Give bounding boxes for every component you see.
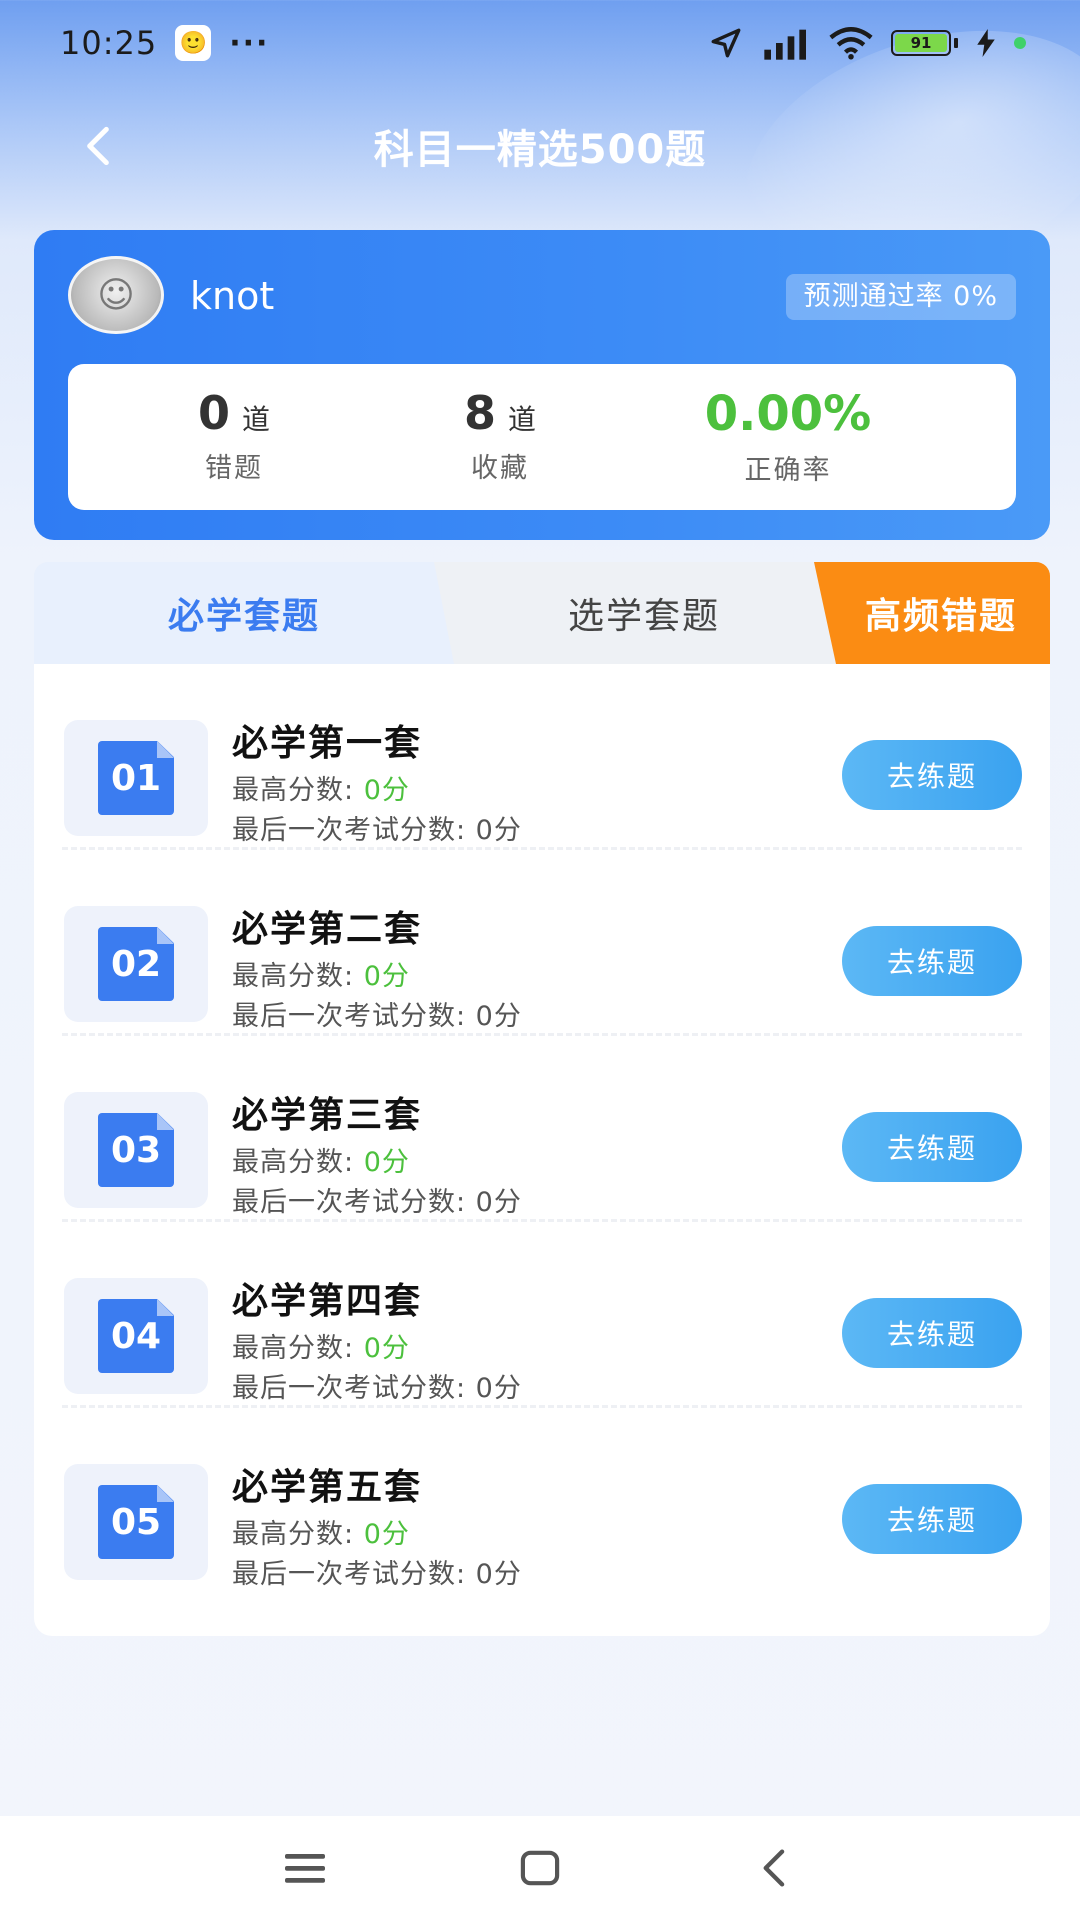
back-button[interactable] — [70, 118, 126, 174]
saved-label: 收藏 — [471, 453, 529, 484]
best-score: 最高分数: 0分 — [232, 1333, 410, 1364]
list-item: 03 必学第三套 最高分数: 0分 最后一次考试分数: 0分 去练题 — [34, 1036, 1050, 1222]
privacy-indicator-dot — [1014, 37, 1026, 49]
last-score: 最后一次考试分数: 0分 — [232, 1187, 522, 1218]
set-number: 01 — [110, 757, 162, 799]
document-icon: 01 — [98, 741, 174, 815]
battery-indicator: 91 — [891, 30, 958, 56]
stats-box: 0 道 错题 8 道 收藏 0.00% 正确率 — [68, 364, 1016, 510]
best-score-value: 0分 — [363, 775, 410, 806]
charging-bolt-icon — [977, 29, 995, 57]
saved-questions-stat[interactable]: 8 道 收藏 — [400, 386, 600, 485]
practice-button[interactable]: 去练题 — [842, 1112, 1022, 1182]
set-icon-box: 01 — [64, 720, 208, 836]
status-time: 10:25 — [60, 24, 158, 62]
back-chevron-icon — [763, 1849, 785, 1887]
best-score-value: 0分 — [363, 1519, 410, 1550]
set-title: 必学第一套 — [232, 723, 423, 764]
wifi-icon — [829, 27, 873, 60]
tab-frequent-mistakes[interactable]: 高频错题 — [814, 562, 1050, 664]
accuracy-value: 0.00% — [704, 386, 872, 442]
battery-cap — [954, 38, 958, 48]
signal-icon — [764, 29, 806, 60]
home-button[interactable] — [515, 1846, 565, 1890]
wrong-label: 错题 — [205, 453, 263, 484]
system-navigation-bar — [0, 1816, 1080, 1920]
set-number: 05 — [110, 1501, 162, 1543]
wrong-unit: 道 — [242, 403, 271, 436]
list-item: 01 必学第一套 最高分数: 0分 最后一次考试分数: 0分 去练题 — [34, 664, 1050, 850]
set-title: 必学第四套 — [232, 1281, 423, 1322]
set-icon-box: 05 — [64, 1464, 208, 1580]
set-icon-box: 02 — [64, 906, 208, 1022]
home-square-icon — [520, 1850, 560, 1886]
set-icon-box: 03 — [64, 1092, 208, 1208]
practice-button[interactable]: 去练题 — [842, 1484, 1022, 1554]
set-number: 03 — [110, 1129, 162, 1171]
list-item: 02 必学第二套 最高分数: 0分 最后一次考试分数: 0分 去练题 — [34, 850, 1050, 1036]
best-score: 最高分数: 0分 — [232, 775, 410, 806]
pass-rate-badge: 预测通过率 0% — [785, 274, 1016, 320]
set-title: 必学第二套 — [232, 909, 423, 950]
document-icon: 03 — [98, 1113, 174, 1187]
profile-card: ☺ knot 预测通过率 0% 0 道 错题 8 道 收藏 0.00% 正确率 — [34, 230, 1050, 540]
document-icon: 02 — [98, 927, 174, 1001]
wrong-count: 0 — [197, 386, 230, 440]
last-score: 最后一次考试分数: 0分 — [232, 1001, 522, 1032]
list-item: 05 必学第五套 最高分数: 0分 最后一次考试分数: 0分 去练题 — [34, 1408, 1050, 1594]
saved-unit: 道 — [508, 403, 537, 436]
battery-body: 91 — [891, 30, 951, 56]
battery-level: 91 — [895, 34, 947, 52]
set-title: 必学第五套 — [232, 1467, 423, 1508]
chevron-left-icon — [87, 126, 109, 166]
set-title: 必学第三套 — [232, 1095, 423, 1136]
user-avatar[interactable]: ☺ — [68, 256, 164, 334]
username: knot — [190, 274, 275, 318]
best-score-value: 0分 — [363, 961, 410, 992]
practice-set-list: 01 必学第一套 最高分数: 0分 最后一次考试分数: 0分 去练题 02 必学… — [34, 664, 1050, 1636]
set-number: 02 — [110, 943, 162, 985]
menu-lines-icon — [285, 1854, 325, 1883]
accuracy-stat: 0.00% 正确率 — [668, 386, 908, 487]
best-score-value: 0分 — [363, 1147, 410, 1178]
accuracy-label: 正确率 — [744, 455, 832, 486]
notification-avatar-icon: 🙂 — [175, 25, 212, 61]
status-left: 10:25 🙂 ··· — [60, 24, 269, 62]
set-icon-box: 04 — [64, 1278, 208, 1394]
practice-button[interactable]: 去练题 — [842, 926, 1022, 996]
tab-required-sets[interactable]: 必学套题 — [34, 562, 454, 664]
status-bar: 10:25 🙂 ··· 91 — [0, 0, 1080, 86]
wrong-questions-stat[interactable]: 0 道 错题 — [134, 386, 334, 485]
tab-optional-sets[interactable]: 选学套题 — [454, 562, 834, 664]
location-arrow-icon — [711, 28, 741, 58]
practice-button[interactable]: 去练题 — [842, 1298, 1022, 1368]
set-number: 04 — [110, 1315, 162, 1357]
document-icon: 04 — [98, 1299, 174, 1373]
practice-button[interactable]: 去练题 — [842, 740, 1022, 810]
system-back-button[interactable] — [748, 1846, 798, 1890]
more-notifications-icon: ··· — [229, 25, 270, 61]
best-score: 最高分数: 0分 — [232, 1519, 410, 1550]
status-right: 91 — [709, 26, 1026, 60]
list-item: 04 必学第四套 最高分数: 0分 最后一次考试分数: 0分 去练题 — [34, 1222, 1050, 1408]
document-icon: 05 — [98, 1485, 174, 1559]
best-score: 最高分数: 0分 — [232, 1147, 410, 1178]
last-score: 最后一次考试分数: 0分 — [232, 1559, 522, 1590]
last-score: 最后一次考试分数: 0分 — [232, 815, 522, 846]
recent-apps-button[interactable] — [280, 1846, 330, 1890]
saved-count: 8 — [463, 386, 496, 440]
set-tabs: 必学套题 选学套题 高频错题 — [34, 562, 1050, 664]
best-score-value: 0分 — [363, 1333, 410, 1364]
nav-header: 科目一精选500题 — [0, 96, 1080, 196]
last-score: 最后一次考试分数: 0分 — [232, 1373, 522, 1404]
page-title: 科目一精选500题 — [373, 127, 707, 173]
best-score: 最高分数: 0分 — [232, 961, 410, 992]
